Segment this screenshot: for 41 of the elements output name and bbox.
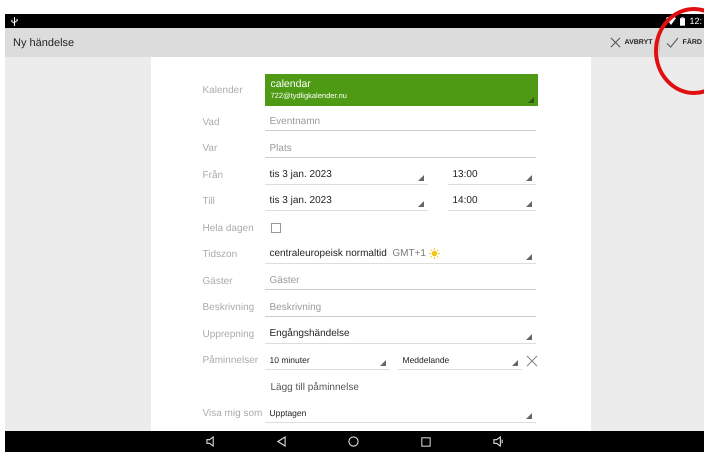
status-time: 12: <box>689 16 702 26</box>
time-dropdown[interactable]: 13:00 <box>448 166 536 185</box>
volume-down-icon[interactable] <box>206 436 214 447</box>
field-label: Kalender <box>202 84 243 96</box>
field-label: Beskrivning <box>202 302 254 314</box>
usb-icon <box>11 16 18 26</box>
field-label: Var <box>202 143 218 154</box>
field-label: Påminnelser <box>202 355 258 366</box>
reminder-time-dropdown[interactable]: 10 minuter <box>264 352 390 370</box>
field-label: Till <box>202 196 215 208</box>
volume-up-icon[interactable] <box>492 436 504 447</box>
date-dropdown[interactable]: tis 3 jan. 2023 <box>264 166 428 185</box>
wifi-icon <box>666 17 676 25</box>
field-label: Gäster <box>202 276 233 287</box>
input-field[interactable]: Gäster <box>264 272 536 290</box>
input-field[interactable]: Beskrivning <box>264 298 536 317</box>
sun-icon <box>428 248 440 260</box>
checkmark-icon <box>666 37 679 48</box>
field-label: Visa mig som <box>202 408 262 420</box>
home-icon[interactable] <box>348 436 358 447</box>
date-dropdown[interactable]: tis 3 jan. 2023 <box>264 192 428 212</box>
field-label: Upprepning <box>202 328 254 340</box>
field-label: Från <box>202 170 224 181</box>
back-icon[interactable] <box>276 436 286 447</box>
add-reminder-button[interactable]: Lägg till påminnelse <box>268 380 361 395</box>
remove-icon[interactable] <box>526 354 538 367</box>
field-label: Vad <box>202 116 220 128</box>
timezone-dropdown[interactable]: centraleuropeisk normaltid GMT+1 <box>264 245 536 264</box>
field-label: Hela dagen <box>202 222 254 234</box>
repeat-dropdown[interactable]: Engångshändelse <box>264 324 536 344</box>
availability-dropdown[interactable]: Upptagen <box>264 404 536 423</box>
all-day-checkbox[interactable] <box>270 223 280 234</box>
field-label: Tidszon <box>202 249 238 260</box>
recents-icon[interactable] <box>420 436 430 446</box>
input-field[interactable]: Plats <box>264 140 536 158</box>
close-icon <box>610 37 621 48</box>
screen-title: Ny händelse <box>13 36 74 48</box>
battery-icon <box>680 16 686 26</box>
input-field[interactable]: Eventnamn <box>264 113 536 132</box>
time-dropdown[interactable]: 14:00 <box>448 192 536 212</box>
reminder-method-dropdown[interactable]: Meddelande <box>398 352 522 370</box>
